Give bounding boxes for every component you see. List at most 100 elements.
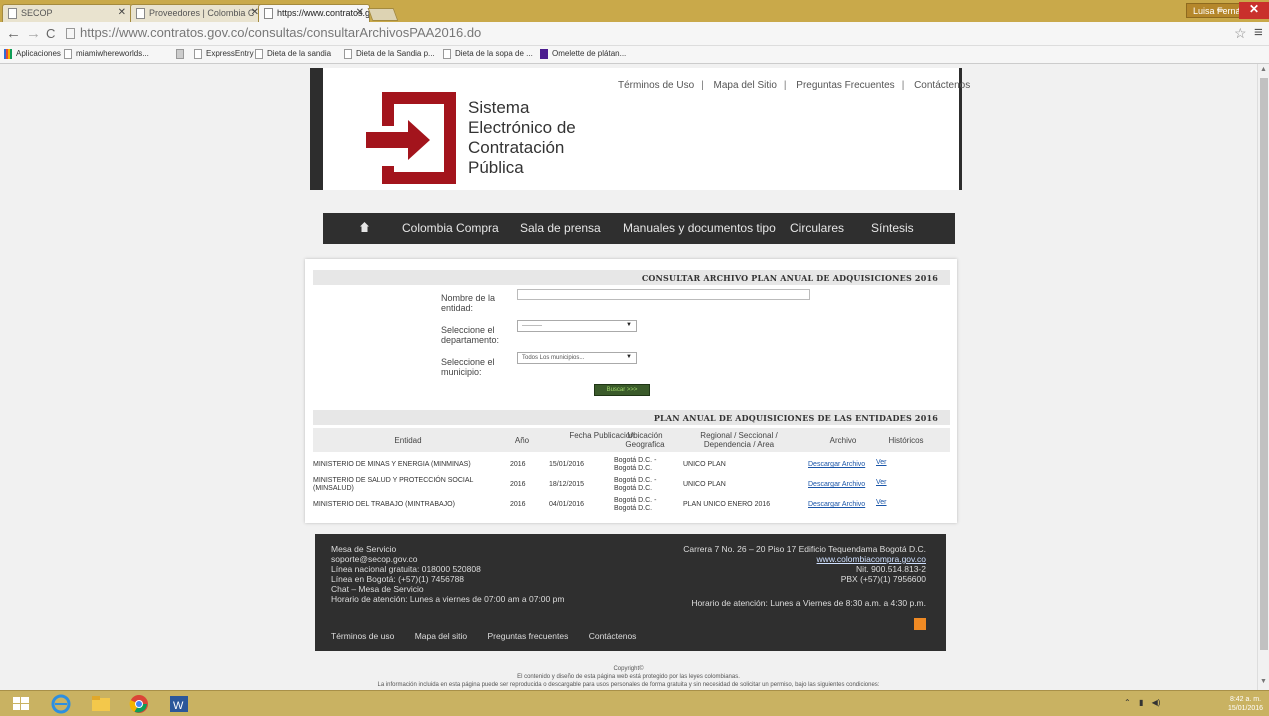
view-history-link[interactable]: Ver xyxy=(876,499,887,507)
office-hours: Horario de atención: Lunes a Viernes de … xyxy=(691,598,926,608)
municipality-select[interactable]: Todos Los municipios... ▼ xyxy=(517,352,637,364)
window-close-icon[interactable]: ✕ xyxy=(1239,2,1269,19)
new-tab-button[interactable] xyxy=(367,8,399,21)
table-row: MINISTERIO DE SALUD Y PROTECCIÓN SOCIAL … xyxy=(313,475,950,495)
footer-links: Términos de uso Mapa del sitio Preguntas… xyxy=(331,631,654,641)
legal-line: La información incluida en esta página p… xyxy=(377,682,880,688)
word-icon[interactable]: W xyxy=(168,694,190,714)
footer-link-contactenos[interactable]: Contáctenos xyxy=(589,631,637,641)
download-file-link[interactable]: Descargar Archivo xyxy=(808,461,865,469)
cell-fecha: 18/12/2015 xyxy=(549,481,585,488)
link-preguntas[interactable]: Preguntas Frecuentes xyxy=(796,80,894,91)
page-icon xyxy=(344,49,352,59)
link-mapa[interactable]: Mapa del Sitio xyxy=(714,80,777,91)
col-historicos: Históricos xyxy=(888,436,924,445)
tray-arrow-icon[interactable]: ⌃ xyxy=(1124,698,1131,707)
network-icon[interactable]: ▮ xyxy=(1139,698,1143,707)
bookmarks-bar: Aplicaciones miamiwhereworlds... Express… xyxy=(0,46,1269,64)
website-link[interactable]: www.colombiacompra.gov.co xyxy=(683,554,926,564)
nav-sala-prensa[interactable]: Sala de prensa xyxy=(520,221,601,235)
footer-line: Mesa de Servicio xyxy=(331,544,397,554)
department-select[interactable]: ---------- ▼ xyxy=(517,320,637,332)
file-explorer-icon[interactable] xyxy=(90,694,112,714)
download-file-link[interactable]: Descargar Archivo xyxy=(808,501,865,509)
bookmark-apps[interactable]: Aplicaciones xyxy=(4,49,61,59)
yahoo-icon xyxy=(540,49,548,59)
scroll-up-icon[interactable]: ▲ xyxy=(1260,66,1267,73)
bookmark-item[interactable]: Omelette de plátan... xyxy=(540,49,627,59)
cell-entidad: MINISTERIO DE SALUD Y PROTECCIÓN SOCIAL … xyxy=(313,477,474,492)
municipality-label: Seleccione el municipio: xyxy=(441,357,495,377)
close-tab-icon[interactable]: ✕ xyxy=(118,7,126,18)
tab-secop[interactable]: SECOP ✕ xyxy=(2,4,132,22)
separator: | xyxy=(701,80,704,91)
bookmark-item[interactable]: Dieta de la sandia xyxy=(255,49,331,59)
home-icon[interactable] xyxy=(360,222,369,232)
scroll-thumb[interactable] xyxy=(1260,78,1268,650)
footer-line: Horario de atención: Lunes a viernes de … xyxy=(331,594,565,604)
scroll-down-icon[interactable]: ▼ xyxy=(1260,678,1267,685)
department-selected: ---------- xyxy=(522,323,542,329)
page-icon xyxy=(255,49,263,59)
cell-ubicacion: Bogotá D.C. - Bogotá D.C. xyxy=(614,477,657,492)
cell-regional: PLAN UNICO ENERO 2016 xyxy=(683,501,771,508)
footer-link-terminos[interactable]: Términos de uso xyxy=(331,631,394,641)
back-icon[interactable]: ← xyxy=(6,25,21,42)
system-clock[interactable]: 8:42 a. m. 15/01/2016 xyxy=(1228,695,1263,713)
bookmark-item[interactable]: Dieta de la sopa de ... xyxy=(443,49,533,59)
tab-proveedores[interactable]: Proveedores | Colombia C ✕ xyxy=(130,4,265,22)
table-row: MINISTERIO DEL TRABAJO (MINTRABAJO) 2016… xyxy=(313,495,950,515)
cell-anio: 2016 xyxy=(510,481,526,488)
entity-name-input[interactable] xyxy=(517,289,810,300)
bookmark-item[interactable]: ExpressEntry xyxy=(194,49,254,59)
site-footer: Mesa de Servicio soporte@secop.gov.co Lí… xyxy=(315,534,946,651)
rss-icon[interactable] xyxy=(914,618,926,630)
url-input[interactable]: https://www.contratos.gov.co/consultas/c… xyxy=(66,24,1226,43)
reload-icon[interactable]: C xyxy=(46,26,55,41)
link-terminos[interactable]: Términos de Uso xyxy=(618,80,694,91)
link-contactenos[interactable]: Contáctenos xyxy=(914,80,970,91)
col-ubicacion: Ubicación Geografica xyxy=(625,431,665,449)
download-file-link[interactable]: Descargar Archivo xyxy=(808,481,865,489)
chrome-icon[interactable] xyxy=(128,694,150,714)
results-section-title: PLAN ANUAL DE ADQUISICIONES DE LAS ENTID… xyxy=(313,410,950,425)
bookmark-label: Aplicaciones xyxy=(16,49,61,58)
secop-logo-icon[interactable] xyxy=(366,92,456,184)
view-history-link[interactable]: Ver xyxy=(876,479,887,487)
page-icon xyxy=(8,8,17,19)
bookmark-star-icon[interactable]: ☆ xyxy=(1234,25,1247,42)
view-history-link[interactable]: Ver xyxy=(876,459,887,467)
bookmark-item[interactable]: Dieta de la Sandia p... xyxy=(344,49,435,59)
bookmark-item[interactable]: miamiwhereworlds... xyxy=(64,49,149,59)
col-entidad: Entidad xyxy=(394,436,422,445)
search-button[interactable]: Buscar >>> xyxy=(594,384,650,396)
nav-manuales[interactable]: Manuales y documentos tipo xyxy=(623,221,776,235)
tab-contratos[interactable]: https://www.contratos.go ✕ xyxy=(258,4,370,22)
cell-ubicacion: Bogotá D.C. - Bogotá D.C. xyxy=(614,457,657,472)
close-tab-icon[interactable]: ✕ xyxy=(356,7,364,18)
contact-info: Carrera 7 No. 26 – 20 Piso 17 Edificio T… xyxy=(683,544,926,584)
footer-line: Línea en Bogotá: (+57)(1) 7456788 xyxy=(331,574,465,584)
bookmark-label: Omelette de plátan... xyxy=(552,49,627,58)
address: Carrera 7 No. 26 – 20 Piso 17 Edificio T… xyxy=(683,544,926,554)
footer-link-preguntas[interactable]: Preguntas frecuentes xyxy=(488,631,569,641)
site-name-line: Pública xyxy=(468,158,524,177)
url-text: https://www.contratos.gov.co/consultas/c… xyxy=(80,25,482,40)
forward-icon[interactable]: → xyxy=(26,25,41,42)
site-name: Sistema Electrónico de Contratación Públ… xyxy=(468,98,618,178)
cell-regional: UNICO PLAN xyxy=(683,481,726,488)
nav-sintesis[interactable]: Síntesis xyxy=(871,221,914,235)
page-scrollbar[interactable]: ▲ ▼ xyxy=(1257,64,1269,690)
footer-link-mapa[interactable]: Mapa del sitio xyxy=(415,631,467,641)
cell-ubicacion: Bogotá D.C. - Bogotá D.C. xyxy=(614,497,657,512)
windows-start-icon[interactable] xyxy=(10,694,32,714)
nav-circulares[interactable]: Circulares xyxy=(790,221,844,235)
search-section-title: CONSULTAR ARCHIVO PLAN ANUAL DE ADQUISIC… xyxy=(313,270,950,285)
chat-link[interactable]: Chat – Mesa de Servicio xyxy=(331,584,564,594)
cell-fecha: 04/01/2016 xyxy=(549,501,585,508)
internet-explorer-icon[interactable] xyxy=(50,694,72,714)
volume-icon[interactable]: ◀) xyxy=(1152,698,1161,707)
support-email-link[interactable]: soporte@secop.gov.co xyxy=(331,554,564,564)
nav-colombia-compra[interactable]: Colombia Compra xyxy=(402,221,499,235)
menu-icon[interactable]: ≡ xyxy=(1254,24,1263,41)
